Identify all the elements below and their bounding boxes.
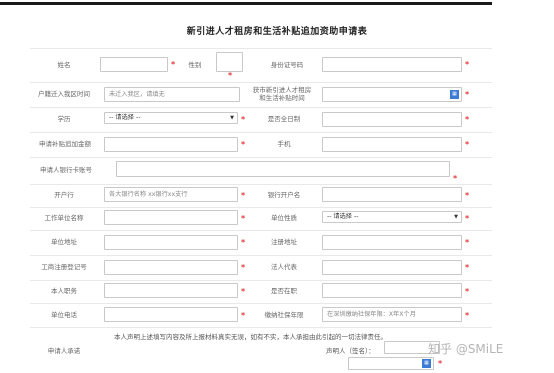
bank-label: 开户行	[54, 191, 74, 199]
education-select-value: -- 请选择 --	[109, 114, 141, 121]
required-mark: *	[241, 311, 246, 320]
form-row-reg-no: 工商注册登记号 * 法人代表 *	[30, 255, 492, 281]
form-row-education: 学历 -- 请选择 -- ▼ * 是否全日制 *	[30, 107, 492, 133]
form-row-employer: 工作单位名称 * 单位性质 -- 请选择 -- ▼ *	[30, 207, 492, 231]
name-input[interactable]	[100, 57, 168, 72]
form-row-office-phone: 单位电话 * 缴纳社保年限 在深圳缴纳社保年限：X年X个月 *	[30, 303, 492, 328]
required-mark: *	[465, 191, 470, 200]
employer-label: 工作单位名称	[44, 214, 84, 222]
required-mark: *	[465, 287, 470, 296]
top-divider	[0, 2, 492, 5]
address-input[interactable]	[104, 235, 238, 250]
required-mark: *	[171, 60, 176, 69]
form-row-position: 本人职务 * 是否在职 *	[30, 280, 492, 304]
reg-no-label: 工商注册登记号	[41, 263, 87, 271]
employer-input[interactable]	[104, 210, 238, 225]
calendar-icon[interactable]: ▦	[450, 90, 459, 99]
required-mark: *	[465, 140, 470, 149]
subsidy-time-input[interactable]: ▦	[322, 87, 462, 102]
signature-label: 声明人（签名）：	[326, 347, 375, 355]
social-security-input[interactable]: 在深圳缴纳社保年限：X年X个月	[322, 307, 462, 322]
idcard-input[interactable]	[322, 57, 462, 72]
gender-input[interactable]	[216, 52, 243, 72]
reg-no-input[interactable]	[104, 260, 238, 275]
bank-card-input[interactable]	[116, 161, 450, 177]
idcard-label: 身份证号码	[270, 61, 304, 69]
required-mark: *	[228, 71, 233, 80]
amount-input[interactable]	[104, 137, 238, 152]
reg-address-input[interactable]	[322, 235, 462, 250]
required-mark: *	[465, 214, 470, 223]
bank-card-label: 申请人银行卡账号	[40, 166, 92, 174]
office-phone-label: 单位电话	[51, 311, 77, 319]
application-form: 姓名 * 性别 * 身份证号码 * 户籍迁入我区时间 未迁入我区，请填无 获市新…	[30, 48, 492, 370]
form-row-commitment: 申请人承诺 本人声明上述填写内容及所上报材料真实无误，如有不实，本人承担由此引起…	[30, 327, 492, 373]
address-label: 单位地址	[51, 238, 77, 246]
in-office-label: 是否在职	[271, 287, 297, 295]
chevron-down-icon: ▼	[230, 115, 234, 121]
required-mark: *	[241, 115, 246, 124]
form-row-hukou: 户籍迁入我区时间 未迁入我区，请填无 获市新引进人才租房和生活补贴时间 ▦ *	[30, 82, 492, 108]
education-select[interactable]: -- 请选择 -- ▼	[104, 112, 238, 124]
required-mark: *	[465, 263, 470, 272]
bank-account-name-input[interactable]	[322, 187, 462, 202]
form-row-bank-card: 申请人银行卡账号 *	[30, 157, 492, 185]
commitment-label: 申请人承诺	[47, 347, 81, 355]
required-mark: *	[241, 214, 246, 223]
legal-rep-label: 法人代表	[271, 263, 297, 271]
reg-address-label: 注册地址	[271, 238, 297, 246]
name-label: 姓名	[57, 61, 71, 69]
chevron-down-icon: ▼	[454, 214, 458, 220]
social-security-label: 缴纳社保年限	[264, 311, 304, 319]
employer-type-label: 单位性质	[271, 214, 297, 222]
required-mark: *	[465, 238, 470, 247]
form-row-amount: 申请补贴追加金额 * 手机 *	[30, 132, 492, 158]
employer-type-select-value: -- 请选择 --	[327, 213, 359, 220]
required-mark: *	[241, 287, 246, 296]
bank-input[interactable]: 各大银行名称 xx银行xx支行	[104, 187, 238, 202]
form-row-address: 单位地址 * 注册地址 *	[30, 230, 492, 256]
required-mark: *	[241, 238, 246, 247]
signature-date-input[interactable]: ▦	[348, 357, 434, 370]
bank-placeholder: 各大银行名称 xx银行xx支行	[109, 191, 188, 198]
required-mark: *	[241, 191, 246, 200]
form-row-name: 姓名 * 性别 * 身份证号码 *	[30, 49, 492, 83]
amount-label: 申请补贴追加金额	[39, 140, 91, 148]
required-mark: *	[241, 263, 246, 272]
fulltime-label: 是否全日制	[267, 115, 301, 123]
bank-account-name-label: 银行开户名	[267, 191, 301, 199]
commitment-text: 本人声明上述填写内容及所上报材料真实无误，如有不实，本人承担由此引起的一切法律责…	[114, 333, 387, 341]
required-mark: *	[465, 90, 470, 99]
hukou-placeholder: 未迁入我区，请填无	[109, 91, 165, 98]
hukou-input[interactable]: 未迁入我区，请填无	[104, 87, 240, 102]
form-row-bank: 开户行 各大银行名称 xx银行xx支行 * 银行开户名 *	[30, 184, 492, 208]
subsidy-time-label: 获市新引进人才租房和生活补贴时间	[252, 86, 312, 102]
calendar-icon[interactable]: ▦	[422, 359, 431, 368]
required-mark: *	[465, 60, 470, 69]
phone-input[interactable]	[322, 137, 462, 152]
position-label: 本人职务	[51, 287, 77, 295]
required-mark: *	[465, 115, 470, 124]
required-mark: *	[453, 174, 458, 183]
fulltime-input[interactable]	[322, 112, 462, 127]
gender-label: 性别	[188, 61, 202, 69]
watermark: 知乎 @SMiLE	[428, 342, 504, 356]
phone-label: 手机	[277, 140, 291, 148]
position-input[interactable]	[104, 283, 238, 298]
office-phone-input[interactable]	[104, 307, 238, 322]
education-label: 学历	[57, 115, 71, 123]
required-mark: *	[241, 140, 246, 149]
employer-type-select[interactable]: -- 请选择 -- ▼	[322, 211, 462, 223]
in-office-input[interactable]	[322, 283, 462, 298]
legal-rep-input[interactable]	[322, 260, 462, 275]
required-mark: *	[438, 359, 443, 368]
page-title: 新引进人才租房和生活补贴追加资助申请表	[186, 27, 368, 37]
hukou-label: 户籍迁入我区时间	[38, 90, 90, 98]
required-mark: *	[465, 311, 470, 320]
social-security-placeholder: 在深圳缴纳社保年限：X年X个月	[327, 311, 416, 318]
